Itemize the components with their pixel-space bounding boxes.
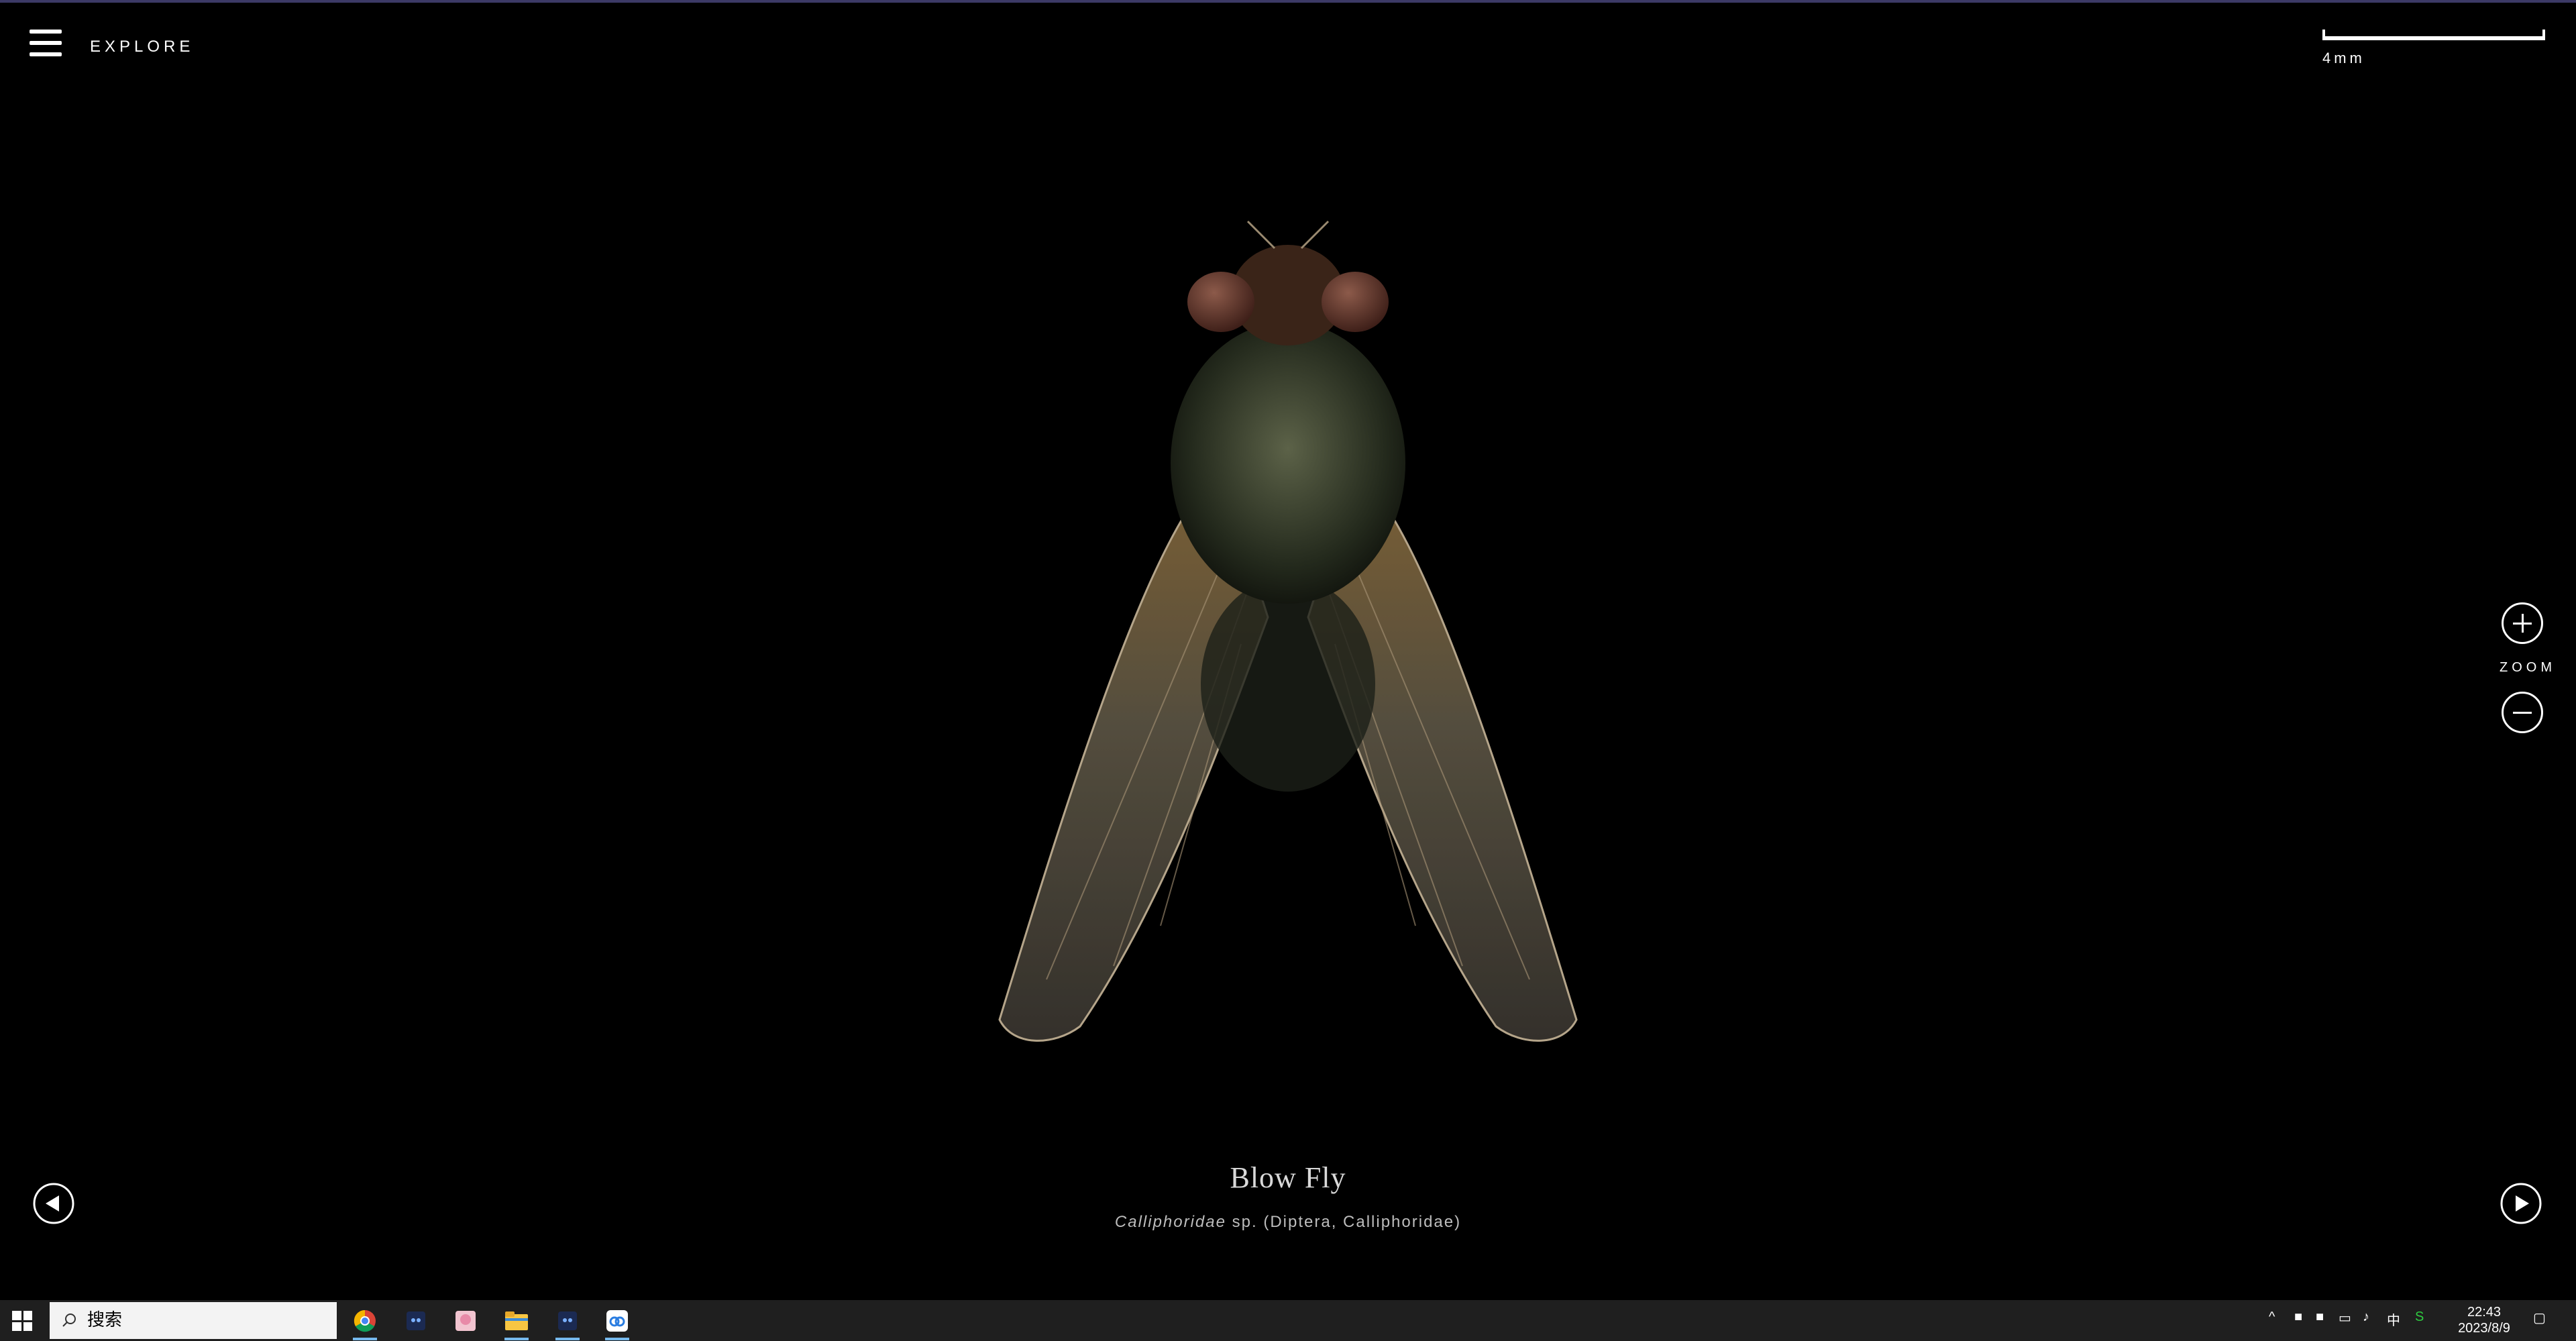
clock-time: 22:43 — [2467, 1305, 2502, 1320]
notification-icon[interactable]: ▢ — [2533, 1309, 2546, 1326]
tray-green-app-icon[interactable]: S — [2415, 1309, 2424, 1325]
windows-taskbar: 搜索 ^ ■ ■ ▭ ♪ 中 S 22:43 2023/8/9 ▢ — [0, 1300, 2576, 1341]
specimen-common-name: Blow Fly — [1230, 1161, 1346, 1194]
search-icon — [62, 1313, 76, 1327]
blow-fly-specimen-image[interactable] — [939, 174, 1637, 1073]
zoom-out-icon[interactable] — [2502, 692, 2543, 733]
zoom-label: ZOOM — [2500, 660, 2556, 675]
chrome-icon[interactable] — [346, 1305, 384, 1340]
cloud-app-icon[interactable] — [598, 1305, 636, 1340]
specimen-genus: Calliphoridae — [1114, 1213, 1226, 1231]
taskbar-search-box[interactable]: 搜索 — [50, 1302, 337, 1339]
tray-app-icon[interactable]: ■ — [2316, 1309, 2324, 1325]
previous-specimen-icon[interactable] — [32, 1182, 75, 1225]
app-icon[interactable] — [549, 1305, 586, 1340]
taskbar-clock[interactable]: 22:43 2023/8/9 — [2447, 1304, 2521, 1336]
input-method-icon[interactable]: 中 — [2387, 1309, 2400, 1329]
top-accent-line — [0, 0, 2576, 3]
tray-chevron-up-icon[interactable]: ^ — [2269, 1309, 2275, 1325]
zoom-in-icon[interactable] — [2502, 602, 2543, 644]
next-specimen-icon[interactable] — [2500, 1182, 2542, 1225]
search-placeholder: 搜索 — [87, 1310, 123, 1330]
tray-app-icon[interactable]: ■ — [2294, 1309, 2302, 1325]
network-icon[interactable]: ▭ — [2339, 1309, 2351, 1326]
specimen-scientific-name: Calliphoridae sp. (Diptera, Calliphorida… — [953, 1213, 1623, 1232]
hamburger-menu-icon[interactable] — [30, 30, 62, 62]
scale-bar — [2322, 30, 2545, 43]
specimen-classification: sp. (Diptera, Calliphoridae) — [1226, 1213, 1462, 1231]
windows-start-icon[interactable] — [12, 1311, 32, 1331]
zoom-controls: ZOOM — [2496, 602, 2556, 733]
explore-link[interactable]: EXPLORE — [90, 38, 194, 56]
app-icon[interactable] — [397, 1305, 435, 1336]
volume-icon[interactable]: ♪ — [2363, 1309, 2369, 1325]
anime-app-icon[interactable] — [447, 1305, 484, 1336]
file-explorer-icon[interactable] — [498, 1305, 535, 1340]
scale-bar-label: 4mm — [2322, 50, 2365, 66]
clock-date: 2023/8/9 — [2458, 1321, 2510, 1336]
